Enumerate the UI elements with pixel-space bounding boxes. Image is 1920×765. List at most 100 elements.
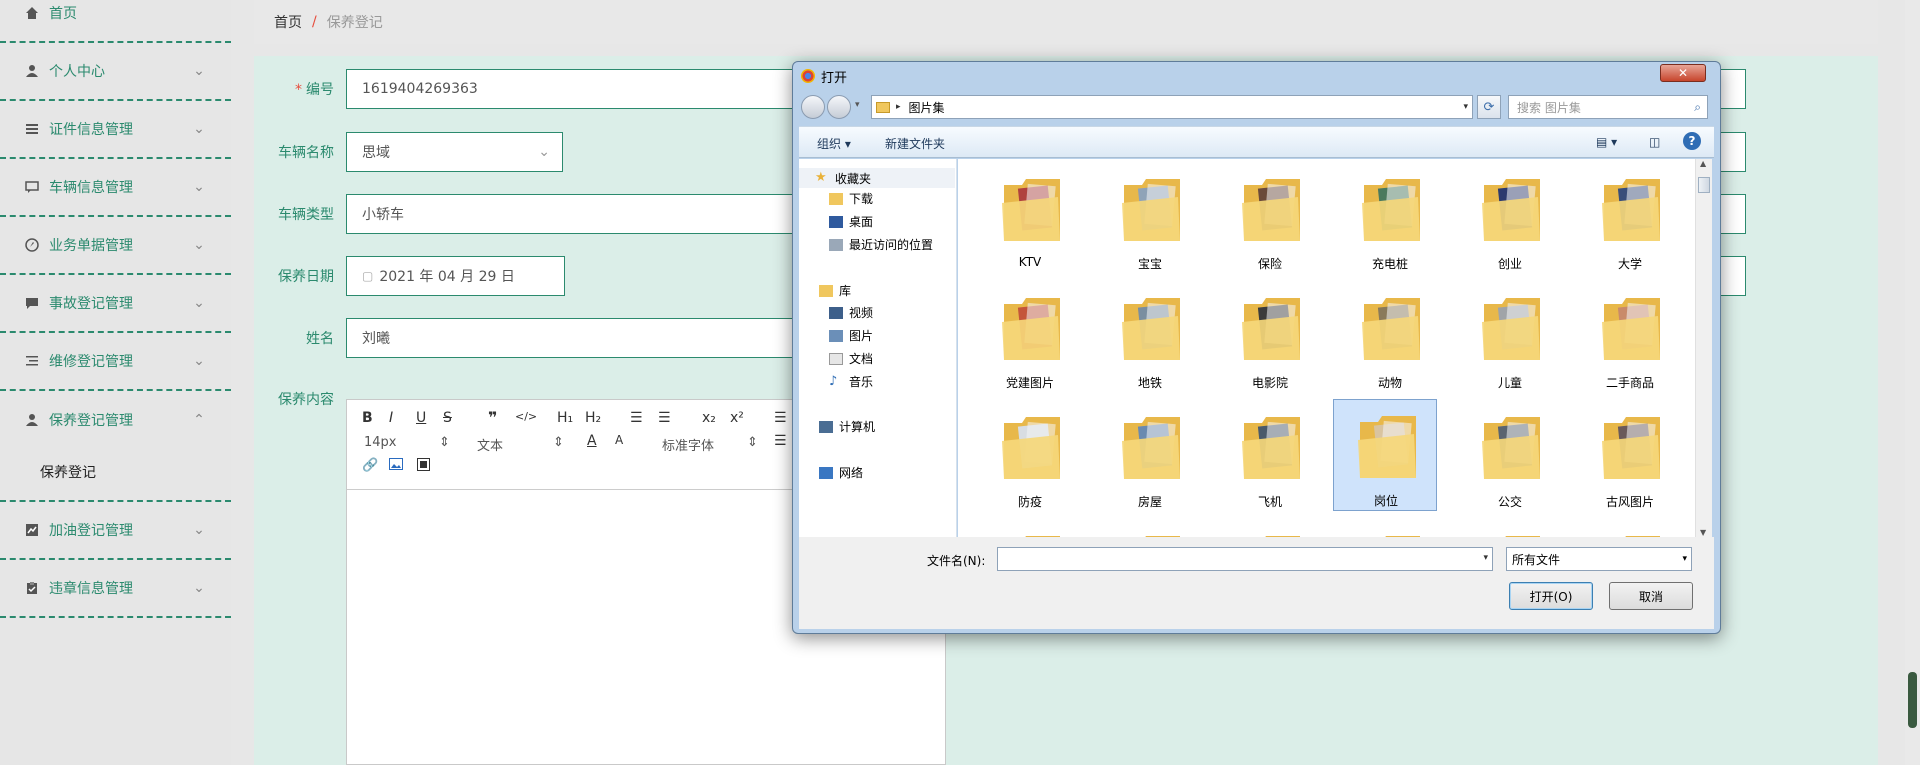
sidebar-item-business[interactable]: 业务单据管理 ⌄ <box>0 217 231 275</box>
chevron-down-icon[interactable]: ▾ <box>1463 102 1468 112</box>
sidebar-item-home[interactable]: 首页 <box>0 0 231 43</box>
h1-button[interactable]: H₁ <box>557 410 573 426</box>
search-input[interactable]: 搜索 图片集 ⌕ <box>1508 95 1708 119</box>
folder-item[interactable]: 房屋 <box>1098 401 1202 513</box>
tree-favorites[interactable]: ★ 收藏夹 <box>799 168 955 188</box>
folder-item[interactable]: 公交 <box>1458 401 1562 513</box>
folder-item-partial[interactable] <box>1338 520 1442 537</box>
address-bar[interactable]: ▸ 图片集 ▾ <box>871 95 1473 119</box>
car-name-select[interactable]: 思域 ⌄ <box>346 132 563 172</box>
folder-item[interactable]: 电影院 <box>1218 282 1322 394</box>
sidebar-item-vehicle[interactable]: 车辆信息管理 ⌄ <box>0 159 231 217</box>
folder-item[interactable]: 创业 <box>1458 163 1562 275</box>
tree-downloads[interactable]: 下载 <box>829 190 873 207</box>
breadcrumb-home[interactable]: 首页 <box>274 12 302 32</box>
link-icon[interactable]: 🔗 <box>362 458 378 473</box>
ordered-list-icon[interactable]: ☰ <box>630 410 643 426</box>
image-icon[interactable] <box>389 458 403 474</box>
tree-libraries[interactable]: 库 <box>819 282 851 299</box>
tree-desktop[interactable]: 桌面 <box>829 213 873 230</box>
scroll-up-icon[interactable]: ▲ <box>1700 159 1706 168</box>
name-input[interactable]: 刘曦 <box>346 318 846 358</box>
superscript-button[interactable]: x² <box>730 410 744 426</box>
open-button[interactable]: 打开(O) <box>1509 582 1593 610</box>
folder-item[interactable]: 防疫 <box>978 401 1082 513</box>
tree-documents[interactable]: 文档 <box>829 350 873 367</box>
sidebar-subitem-maintenance-register[interactable]: 保养登记 <box>0 444 231 502</box>
folder-item[interactable]: KTV <box>978 163 1082 275</box>
tree-videos[interactable]: 视频 <box>829 304 873 321</box>
folder-item[interactable]: 宝宝 <box>1098 163 1202 275</box>
forward-button[interactable] <box>827 95 851 119</box>
strike-button[interactable]: S <box>443 410 452 426</box>
folder-item-partial[interactable] <box>1458 520 1562 537</box>
code-icon[interactable]: </> <box>515 410 537 423</box>
tree-music[interactable]: ♪ 音乐 <box>829 373 873 390</box>
close-button[interactable]: ✕ <box>1660 64 1706 82</box>
sidebar-item-accident[interactable]: 事故登记管理 ⌄ <box>0 275 231 333</box>
preview-pane-icon[interactable]: ◫ <box>1649 135 1660 149</box>
quote-icon[interactable]: ❞ <box>488 408 497 427</box>
folder-item[interactable]: 大学 <box>1578 163 1682 275</box>
history-dropdown-icon[interactable]: ▾ <box>855 100 860 110</box>
indent-icon[interactable]: ☰ <box>774 410 787 426</box>
underline-button[interactable]: U <box>416 410 426 426</box>
page-scrollbar-thumb[interactable] <box>1908 672 1917 728</box>
folder-item[interactable]: 二手商品 <box>1578 282 1682 394</box>
bullet-list-icon[interactable]: ☰ <box>658 410 671 426</box>
italic-button[interactable]: I <box>389 410 393 426</box>
file-type-select[interactable]: 所有文件 ▾ <box>1506 547 1692 571</box>
scroll-down-icon[interactable]: ▼ <box>1700 528 1706 537</box>
subscript-button[interactable]: x₂ <box>702 410 716 426</box>
filename-input[interactable]: ▾ <box>997 547 1493 571</box>
sidebar-item-fuel[interactable]: 加油登记管理 ⌄ <box>0 502 231 560</box>
tree-pictures[interactable]: 图片 <box>829 327 873 344</box>
date-picker[interactable]: ▢ 2021 年 04 月 29 日 <box>346 256 565 296</box>
sidebar-item-maintenance[interactable]: 保养登记管理 ⌃ <box>0 391 231 449</box>
sidebar-item-personal-center[interactable]: 个人中心 ⌄ <box>0 43 231 101</box>
font-family-select[interactable]: 标准字体 <box>662 435 714 454</box>
cancel-button[interactable]: 取消 <box>1609 582 1693 610</box>
video-icon[interactable] <box>417 458 430 475</box>
code-input[interactable]: 1619404269363 <box>346 69 846 109</box>
folder-item[interactable]: 动物 <box>1338 282 1442 394</box>
font-size-select[interactable]: 14px <box>364 435 397 450</box>
folder-item-partial[interactable] <box>1578 520 1682 537</box>
folder-item-selected[interactable]: 岗位 <box>1333 399 1437 511</box>
folder-item[interactable]: 儿童 <box>1458 282 1562 394</box>
list-icon <box>24 121 40 137</box>
folder-item-partial[interactable] <box>1098 520 1202 537</box>
sidebar: 首页 个人中心 ⌄ 证件信息管理 ⌄ 车辆信息管理 ⌄ 业务单据管理 ⌄ 事故登… <box>0 0 231 765</box>
car-type-input[interactable]: 小轿车 <box>346 194 846 234</box>
folder-item-partial[interactable] <box>978 520 1082 537</box>
folder-item[interactable]: 保险 <box>1218 163 1322 275</box>
refresh-icon[interactable]: ⟳ <box>1477 95 1501 119</box>
page-scrollbar[interactable] <box>1905 0 1920 765</box>
text-type-select[interactable]: 文本 <box>477 435 503 454</box>
folder-item[interactable]: 党建图片 <box>978 282 1082 394</box>
back-button[interactable] <box>801 95 825 119</box>
font-color-button[interactable]: A <box>587 433 597 449</box>
folder-item[interactable]: 飞机 <box>1218 401 1322 513</box>
tree-computer[interactable]: 计算机 <box>819 418 875 435</box>
organize-button[interactable]: 组织 ▾ <box>817 135 851 152</box>
chevron-down-icon[interactable]: ▾ <box>1483 553 1488 563</box>
background-color-button[interactable]: A <box>615 433 623 447</box>
h2-button[interactable]: H₂ <box>585 410 601 426</box>
folder-grid-scrollbar[interactable]: ▲ ▼ <box>1695 159 1712 537</box>
folder-item[interactable]: 古风图片 <box>1578 401 1682 513</box>
tree-recent[interactable]: 最近访问的位置 <box>829 236 933 253</box>
new-folder-button[interactable]: 新建文件夹 <box>885 135 945 152</box>
view-menu-icon[interactable]: ▤ ▾ <box>1596 135 1617 149</box>
help-icon[interactable]: ? <box>1683 132 1701 150</box>
scrollbar-thumb[interactable] <box>1698 177 1710 193</box>
folder-item-partial[interactable] <box>1218 520 1322 537</box>
folder-item[interactable]: 地铁 <box>1098 282 1202 394</box>
sidebar-item-violation[interactable]: 违章信息管理 ⌄ <box>0 560 231 618</box>
tree-network[interactable]: 网络 <box>819 464 863 481</box>
bold-button[interactable]: B <box>362 410 373 426</box>
sidebar-item-repair[interactable]: 维修登记管理 ⌄ <box>0 333 231 391</box>
align-icon[interactable]: ☰ <box>774 433 787 449</box>
folder-item[interactable]: 充电桩 <box>1338 163 1442 275</box>
sidebar-item-certificate[interactable]: 证件信息管理 ⌄ <box>0 101 231 159</box>
